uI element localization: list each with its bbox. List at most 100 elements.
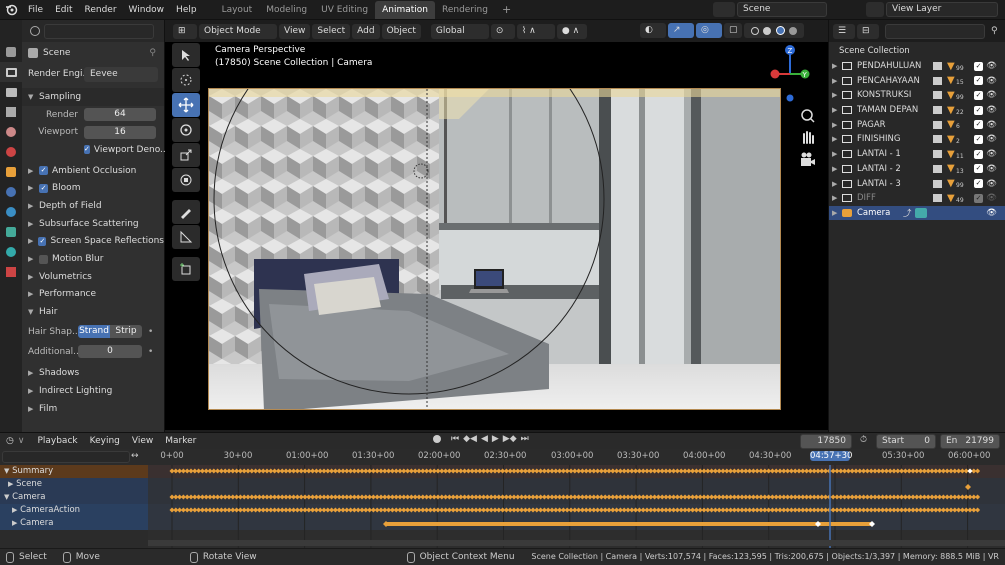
output-tab-icon[interactable] (0, 82, 22, 102)
eye-icon[interactable]: 👁 (986, 90, 997, 100)
expand-icon[interactable]: ▶ (832, 150, 842, 158)
move-tool-icon[interactable] (172, 93, 200, 117)
outliner-collection-row[interactable]: ▶ KONSTRUKSI ▼ 99 ✓ 👁 (829, 88, 1005, 103)
annotate-tool-icon[interactable] (172, 200, 200, 224)
eye-icon[interactable]: 👁 (986, 193, 997, 203)
keying-menu[interactable]: Keying (85, 434, 125, 449)
blender-logo-icon[interactable] (0, 3, 22, 16)
expand-icon[interactable]: ▶ (832, 194, 842, 202)
ambient-occlusion-checkbox[interactable]: ✓ (39, 166, 48, 176)
overlay-icon[interactable]: ◎ (696, 23, 722, 38)
tab-rendering[interactable]: Rendering (435, 1, 495, 19)
view-layer-icon[interactable] (866, 2, 884, 17)
outliner-collection-row[interactable]: ▶ LANTAI - 3 ▼ 99 ✓ 👁 (829, 176, 1005, 191)
properties-editor-type[interactable] (0, 20, 22, 42)
tab-modeling[interactable]: Modeling (259, 1, 314, 19)
expand-icon[interactable]: ▶ (832, 106, 842, 114)
outliner-camera-row[interactable]: ▶ Camera ⤴ 👁 (829, 205, 1005, 221)
outliner-collection-row[interactable]: ▶ TAMAN DEPAN ▼ 22 ✓ 👁 (829, 103, 1005, 118)
sampling-panel-header[interactable]: ▼ Sampling (22, 88, 164, 106)
world-tab-icon[interactable] (0, 142, 22, 162)
select-menu[interactable]: Select (312, 23, 351, 39)
play-icon[interactable]: ▶ (492, 434, 499, 444)
snap-icon[interactable]: ⌇ ∧ (516, 23, 555, 39)
record-icon[interactable] (433, 435, 441, 443)
expand-icon[interactable]: ▶ (832, 135, 842, 143)
dopesheet-area[interactable] (148, 465, 1005, 548)
exclude-checkbox[interactable]: ✓ (974, 76, 983, 86)
eye-icon[interactable]: 👁 (986, 208, 997, 218)
expand-icon[interactable]: ▶ (832, 180, 842, 188)
xray-icon[interactable]: ▢ (724, 23, 742, 38)
exclude-checkbox[interactable]: ✓ (974, 164, 983, 174)
pivot-icon[interactable]: ⊙ (490, 23, 515, 39)
texture-tab-icon[interactable] (0, 262, 22, 282)
exclude-checkbox[interactable]: ✓ (974, 105, 983, 115)
ambient-occlusion-panel[interactable]: ▶ ✓ Ambient Occlusion (22, 162, 164, 180)
outliner-display-mode-icon[interactable]: ⊟ (857, 23, 879, 39)
timeline-ruler[interactable]: ↔ 0+00 30+00 01:00+00 01:30+00 02:00+00 02:30… (0, 449, 1005, 465)
indirect-lighting-panel[interactable]: ▶ Indirect Lighting (22, 382, 164, 400)
exclude-checkbox[interactable]: ✓ (974, 120, 983, 130)
visibility-icon[interactable]: ◐ (640, 23, 666, 38)
prev-keyframe-icon[interactable]: ◆◀ (463, 434, 477, 444)
play-reverse-icon[interactable]: ◀ (481, 434, 488, 444)
jump-end-icon[interactable]: ⏭ (521, 434, 529, 444)
exclude-checkbox[interactable]: ✓ (974, 134, 983, 144)
expand-icon[interactable]: ▶ (832, 62, 842, 70)
menu-edit[interactable]: Edit (49, 0, 78, 20)
channel-search-input[interactable] (2, 451, 130, 463)
eye-icon[interactable]: 👁 (986, 149, 997, 159)
eye-icon[interactable]: 👁 (986, 105, 997, 115)
exclude-checkbox[interactable]: ✓ (974, 193, 983, 203)
measure-tool-icon[interactable] (172, 225, 200, 249)
expand-icon[interactable]: ▶ (832, 165, 842, 173)
outliner-editor-icon[interactable]: ☰ (833, 23, 855, 39)
shadows-panel[interactable]: ▶ Shadows (22, 365, 164, 383)
add-cube-tool-icon[interactable] (172, 257, 200, 281)
zoom-icon[interactable] (799, 107, 817, 128)
outliner-collection-row[interactable]: ▶ PENDAHULUAN ▼ 99 ✓ 👁 (829, 59, 1005, 74)
channel-summary[interactable]: ▼ Summary (0, 465, 148, 478)
expand-icon[interactable]: ▶ (832, 91, 842, 99)
additional-field[interactable]: 0 (78, 345, 142, 359)
viewport-samples-field[interactable]: 16 (84, 125, 156, 139)
navigation-gizmo[interactable]: Z Y (765, 42, 815, 112)
keyframe-dot-icon[interactable]: • (148, 327, 153, 337)
hair-panel[interactable]: ▼ Hair (22, 303, 164, 321)
subsurface-panel[interactable]: ▶ Subsurface Scattering (22, 215, 164, 233)
select-tool-icon[interactable] (172, 43, 200, 67)
exclude-checkbox[interactable]: ✓ (974, 90, 983, 100)
view-layer-tab-icon[interactable] (0, 102, 22, 122)
rotate-tool-icon[interactable] (172, 118, 200, 142)
scene-icon[interactable] (713, 2, 735, 17)
strand-button[interactable]: Strand (78, 325, 110, 339)
channel-camera-data[interactable]: ▶ Camera (0, 517, 148, 530)
camera-view-icon[interactable] (799, 151, 817, 172)
swap-icon[interactable]: ↔ (131, 451, 139, 461)
pan-hand-icon[interactable] (799, 128, 817, 149)
channel-camera[interactable]: ▼ Camera (0, 491, 148, 504)
view-menu[interactable]: View (127, 434, 158, 449)
next-keyframe-icon[interactable]: ▶◆ (503, 434, 517, 444)
keyframe-dot-icon[interactable]: • (148, 347, 153, 357)
render-samples-field[interactable]: 64 (84, 108, 156, 122)
constraint-tab-icon[interactable] (0, 222, 22, 242)
editor-type-button[interactable]: ⊞ (173, 23, 197, 39)
eye-icon[interactable]: 👁 (986, 164, 997, 174)
wireframe-shading-icon[interactable] (751, 26, 760, 35)
bloom-panel[interactable]: ▶ ✓ Bloom (22, 179, 164, 197)
viewport-denoise-checkbox[interactable]: ✓ (84, 145, 90, 155)
data-tab-icon[interactable] (0, 242, 22, 262)
tab-layout[interactable]: Layout (215, 1, 260, 19)
tab-uv-editing[interactable]: UV Editing (314, 1, 375, 19)
object-mode-select[interactable]: Object Mode (199, 23, 277, 39)
rendered-shading-icon[interactable] (788, 26, 797, 35)
exclude-checkbox[interactable]: ✓ (974, 61, 983, 71)
object-tab-icon[interactable] (0, 162, 22, 182)
motion-blur-panel[interactable]: ▶ Motion Blur (22, 250, 164, 268)
eye-icon[interactable]: 👁 (986, 179, 997, 189)
object-menu[interactable]: Object (381, 23, 421, 39)
performance-panel[interactable]: ▶ Performance (22, 286, 164, 304)
outliner-collection-row[interactable]: ▶ FINISHING ▼ 2 ✓ 👁 (829, 132, 1005, 147)
